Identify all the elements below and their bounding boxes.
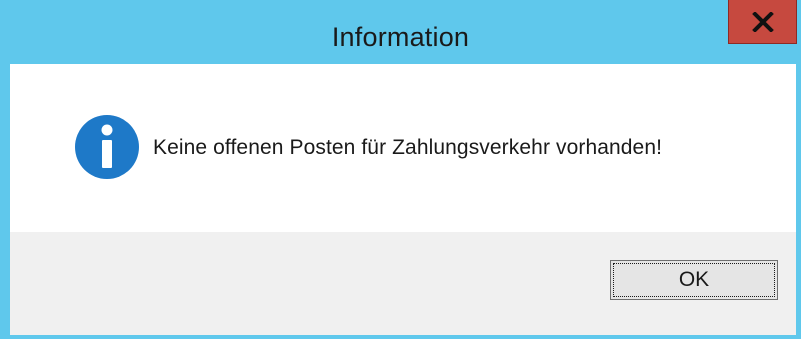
info-icon xyxy=(75,115,139,179)
button-panel: OK xyxy=(10,232,796,335)
message-text: Keine offenen Posten für Zahlungsverkehr… xyxy=(153,136,663,159)
title-bar[interactable]: Information xyxy=(0,0,801,64)
dialog-window: Information Keine offenen Posten für Zah… xyxy=(0,0,801,339)
close-button[interactable] xyxy=(728,0,797,44)
dialog-content: Keine offenen Posten für Zahlungsverkehr… xyxy=(10,64,796,335)
close-icon xyxy=(751,11,774,32)
window-title: Information xyxy=(331,22,470,52)
message-panel: Keine offenen Posten für Zahlungsverkehr… xyxy=(10,64,796,232)
window-bottom-border xyxy=(0,335,801,339)
ok-button[interactable]: OK xyxy=(610,260,778,300)
